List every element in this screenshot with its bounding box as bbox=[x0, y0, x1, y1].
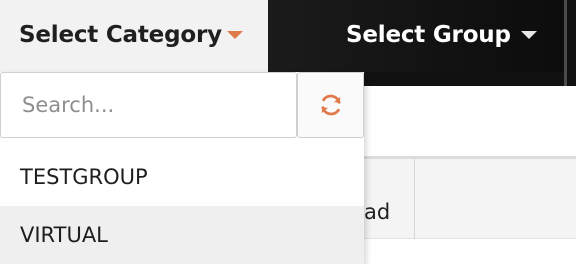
table-header-row bbox=[364, 159, 576, 239]
refresh-icon bbox=[320, 94, 341, 116]
header-edge bbox=[567, 0, 576, 86]
table-column-header[interactable]: ad bbox=[364, 200, 390, 224]
select-category-dropdown[interactable]: Select Category bbox=[0, 0, 268, 72]
table-column-divider bbox=[414, 159, 415, 239]
dropdown-option-virtual[interactable]: VIRTUAL bbox=[0, 206, 364, 264]
category-caret-down-icon[interactable] bbox=[227, 31, 243, 39]
search-input[interactable] bbox=[2, 74, 295, 136]
search-box bbox=[0, 72, 297, 138]
group-caret-down-icon[interactable] bbox=[521, 31, 537, 39]
category-dropdown-panel: TESTGROUP VIRTUAL bbox=[0, 72, 364, 264]
dropdown-option-testgroup[interactable]: TESTGROUP bbox=[0, 152, 364, 202]
select-group-label: Select Group bbox=[346, 22, 511, 48]
select-group-dropdown[interactable]: Select Group bbox=[268, 0, 564, 72]
refresh-button[interactable] bbox=[297, 72, 364, 138]
select-category-label: Select Category bbox=[19, 22, 222, 48]
